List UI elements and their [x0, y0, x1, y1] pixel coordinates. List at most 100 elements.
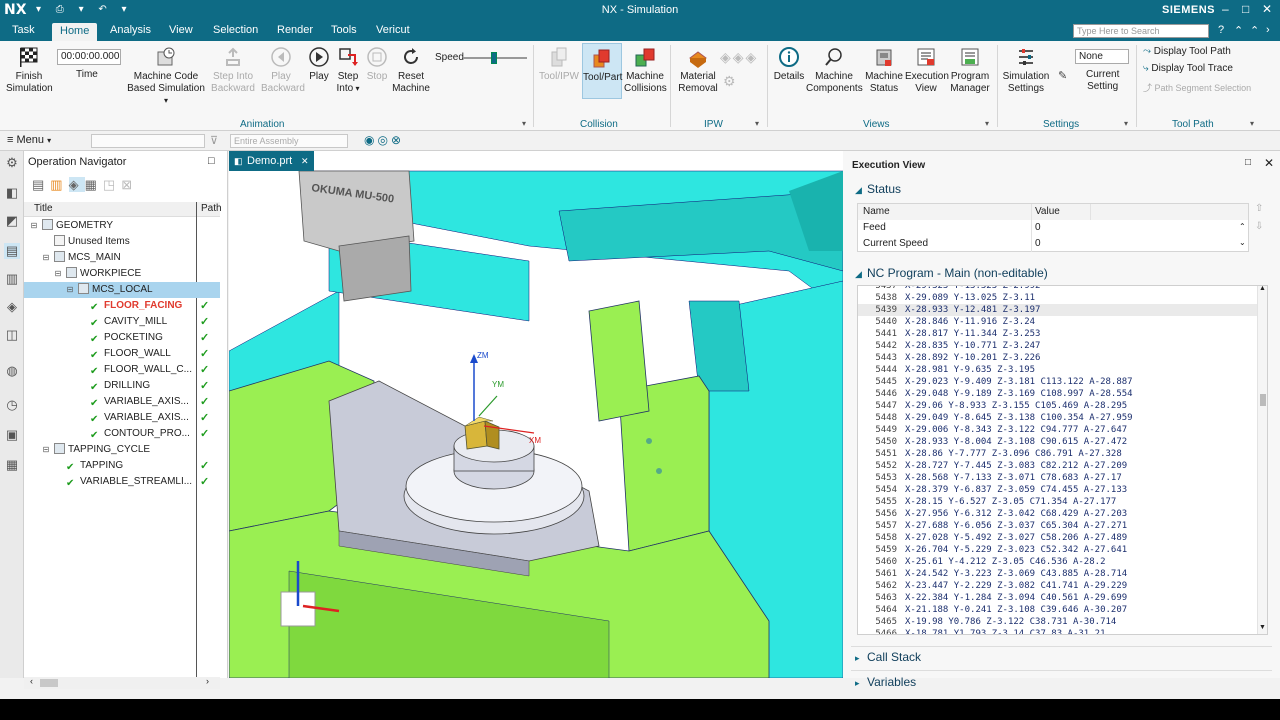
move-up-icon[interactable]: ⇧ [1255, 203, 1263, 214]
nc-vertical-scrollbar[interactable]: ▲ ▼ [1257, 286, 1267, 634]
tree-row[interactable]: ✔ POCKETING ✓ [24, 330, 220, 346]
tree-row[interactable]: ✔ FLOOR_WALL_C... ✓ [24, 362, 220, 378]
chevron-right-icon[interactable]: › [1266, 24, 1270, 36]
current-setting-dropdown[interactable]: None [1075, 49, 1129, 64]
scroll-right-icon[interactable]: › [206, 676, 209, 686]
tree-item[interactable]: TAPPING_CYCLE [54, 442, 150, 458]
tree-item[interactable]: ✔ CAVITY_MILL [90, 314, 167, 330]
tree-item[interactable]: Unused Items [54, 234, 130, 250]
tree-item[interactable]: ✔ VARIABLE_AXIS... [90, 394, 189, 410]
tree-row[interactable]: ✔ FLOOR_FACING ✓ [24, 298, 220, 314]
nc-line[interactable]: 5448 X-29.049 Y-8.645 Z-3.138 C100.354 A-… [858, 412, 1258, 424]
ipw-group-expand-icon[interactable]: ▾ [755, 119, 759, 128]
move-down-icon[interactable]: ⇩ [1255, 221, 1263, 232]
variables-section-header[interactable]: ▸ Variables [855, 675, 916, 689]
status-section-header[interactable]: ◢ Status [855, 182, 901, 196]
scrollbar-thumb[interactable] [40, 679, 58, 687]
tab-analysis[interactable]: Analysis [110, 24, 151, 36]
menu-button[interactable]: ≡ Menu ▾ [7, 134, 51, 146]
tree-row[interactable]: ✔ VARIABLE_AXIS... ✓ [24, 410, 220, 426]
tree-row[interactable]: ⊟ GEOMETRY [24, 218, 220, 234]
stop-button[interactable]: Stop [364, 46, 390, 83]
nc-line[interactable]: 5456 X-27.956 Y-6.312 Z-3.042 C68.429 A-2… [858, 508, 1258, 520]
globe-icon[interactable]: ◍ [4, 363, 20, 379]
restore-icon[interactable]: □ [1245, 157, 1251, 168]
display-tool-path-button[interactable]: ⤳ Display Tool Path [1143, 46, 1231, 57]
tab-render[interactable]: Render [277, 24, 313, 36]
details-button[interactable]: Details [772, 46, 806, 83]
machine-scene[interactable]: OKUMA MU-500 ZM YM XM [229, 151, 843, 678]
help-icon[interactable]: ? [1218, 24, 1224, 36]
nc-line[interactable]: 5443 X-28.892 Y-10.201 Z-3.226 [858, 352, 1258, 364]
nc-line[interactable]: 5437 X-29.323 Y-13.323 Z-2.992 [858, 286, 1258, 292]
tree-expander-icon[interactable]: ⊟ [66, 282, 74, 298]
tree-item[interactable]: ✔ VARIABLE_AXIS... [90, 410, 189, 426]
scroll-down-icon[interactable]: ⌄ [1239, 238, 1246, 247]
nc-line[interactable]: 5453 X-28.568 Y-7.133 Z-3.071 C78.683 A-2… [858, 472, 1258, 484]
search-input[interactable]: Type Here to Search [1073, 24, 1209, 38]
navigator-toolbar[interactable]: ▤▥◈▦◳⊠ [32, 177, 138, 193]
tab-vericut[interactable]: Vericut [376, 24, 410, 36]
tab-tools[interactable]: Tools [331, 24, 357, 36]
chevron-up-icon[interactable]: ⌃ [1250, 24, 1259, 37]
tree-row[interactable]: ⊟ WORKPIECE [24, 266, 220, 282]
program-order-view-icon[interactable]: ▤ [32, 177, 50, 192]
simulation-settings-button[interactable]: Simulation Settings [1001, 46, 1051, 95]
tree-item[interactable]: ✔ DRILLING [90, 378, 150, 394]
title-column-header[interactable]: Title [34, 203, 53, 214]
nc-line[interactable]: 5466 X-18.781 Y1.793 Z-3.14 C37.83 A-31.2… [858, 628, 1258, 634]
finish-simulation-button[interactable]: Finish Simulation [6, 46, 53, 95]
collapse-ribbon-icon[interactable]: ⌃ [1234, 24, 1243, 37]
tree-row[interactable]: Unused Items [24, 234, 220, 250]
nc-line[interactable]: 5444 X-28.981 Y-9.635 Z-3.195 [858, 364, 1258, 376]
views-group-expand-icon[interactable]: ▾ [985, 119, 989, 128]
scope-dropdown[interactable]: Entire Assembly [230, 134, 348, 148]
ipw-small-icons[interactable]: ◈◈◈ [720, 49, 758, 66]
snap-icons[interactable]: ◉◎⊗ [364, 133, 404, 147]
maximize-icon[interactable]: □ [1242, 2, 1249, 16]
tree-expander-icon[interactable]: ⊟ [54, 266, 62, 282]
tool-part-button[interactable]: Tool/Part [582, 43, 622, 99]
tree-expander-icon[interactable]: ⊟ [42, 442, 50, 458]
speed-slider-thumb[interactable] [490, 52, 497, 64]
time-field[interactable]: 00:00:00.000 [57, 49, 121, 65]
path-column-header[interactable]: Path [201, 203, 222, 214]
tab-home[interactable]: Home [52, 23, 98, 41]
scroll-up-icon[interactable]: ⌃ [1239, 222, 1246, 231]
tree-item[interactable]: ✔ FLOOR_WALL [90, 346, 171, 362]
history-icon[interactable]: ◫ [4, 327, 20, 343]
tab-demo-prt[interactable]: ◧ Demo.prt ✕ [229, 151, 314, 171]
tree-row[interactable]: ✔ DRILLING ✓ [24, 378, 220, 394]
nc-line[interactable]: 5451 X-28.86 Y-7.777 Z-3.096 C86.791 A-27… [858, 448, 1258, 460]
machine-tool-navigator-icon[interactable]: ▥ [4, 271, 20, 287]
tree-row[interactable]: ✔ VARIABLE_AXIS... ✓ [24, 394, 220, 410]
speed-slider[interactable] [463, 52, 527, 64]
nc-line[interactable]: 5455 X-28.15 Y-6.527 Z-3.05 C71.354 A-27.… [858, 496, 1258, 508]
tree-item[interactable]: MCS_MAIN [54, 250, 121, 266]
reset-machine-button[interactable]: Reset Machine [390, 46, 432, 95]
nc-line[interactable]: 5465 X-19.98 Y0.786 Z-3.122 C38.731 A-30.… [858, 616, 1258, 628]
machine-collisions-button[interactable]: Machine Collisions [624, 46, 667, 95]
reuse-library-icon[interactable]: ◈ [4, 299, 20, 315]
nc-program-listing[interactable]: 5437 X-29.323 Y-13.323 Z-2.992 5438 X-29.08… [857, 285, 1268, 635]
call-stack-section-header[interactable]: ▸ Call Stack [855, 650, 921, 664]
tree-item[interactable]: ✔ FLOOR_WALL_C... [90, 362, 192, 378]
tree-item[interactable]: ✔ FLOOR_FACING [90, 298, 182, 314]
play-backward-button[interactable]: Play Backward [261, 46, 305, 95]
tool-ipw-button[interactable]: Tool/IPW [538, 46, 580, 83]
tree-item[interactable]: ✔ CONTOUR_PRO... [90, 426, 190, 442]
nc-line[interactable]: 5454 X-28.379 Y-6.837 Z-3.059 C74.455 A-2… [858, 484, 1258, 496]
nc-line[interactable]: 5445 X-29.023 Y-9.409 Z-3.181 C113.122 A-… [858, 376, 1258, 388]
dock-icon[interactable]: □ [208, 155, 215, 167]
machine-tool-view-icon[interactable]: ▥ [50, 177, 68, 192]
scroll-left-icon[interactable]: ‹ [30, 676, 33, 686]
step-into-button[interactable]: Step Into ▾ [334, 46, 362, 95]
horizontal-scrollbar[interactable]: ‹ › [24, 676, 220, 689]
settings-gear-icon[interactable]: ⚙ [4, 155, 20, 171]
filter-icon[interactable]: ⊽ [210, 134, 218, 147]
scrollbar-thumb[interactable] [1260, 394, 1266, 406]
tree-item[interactable]: GEOMETRY [42, 218, 113, 234]
tree-row[interactable]: ✔ CONTOUR_PRO... ✓ [24, 426, 220, 442]
tree-item[interactable]: ✔ POCKETING [90, 330, 163, 346]
nc-line[interactable]: 5449 X-29.006 Y-8.343 Z-3.122 C94.777 A-2… [858, 424, 1258, 436]
